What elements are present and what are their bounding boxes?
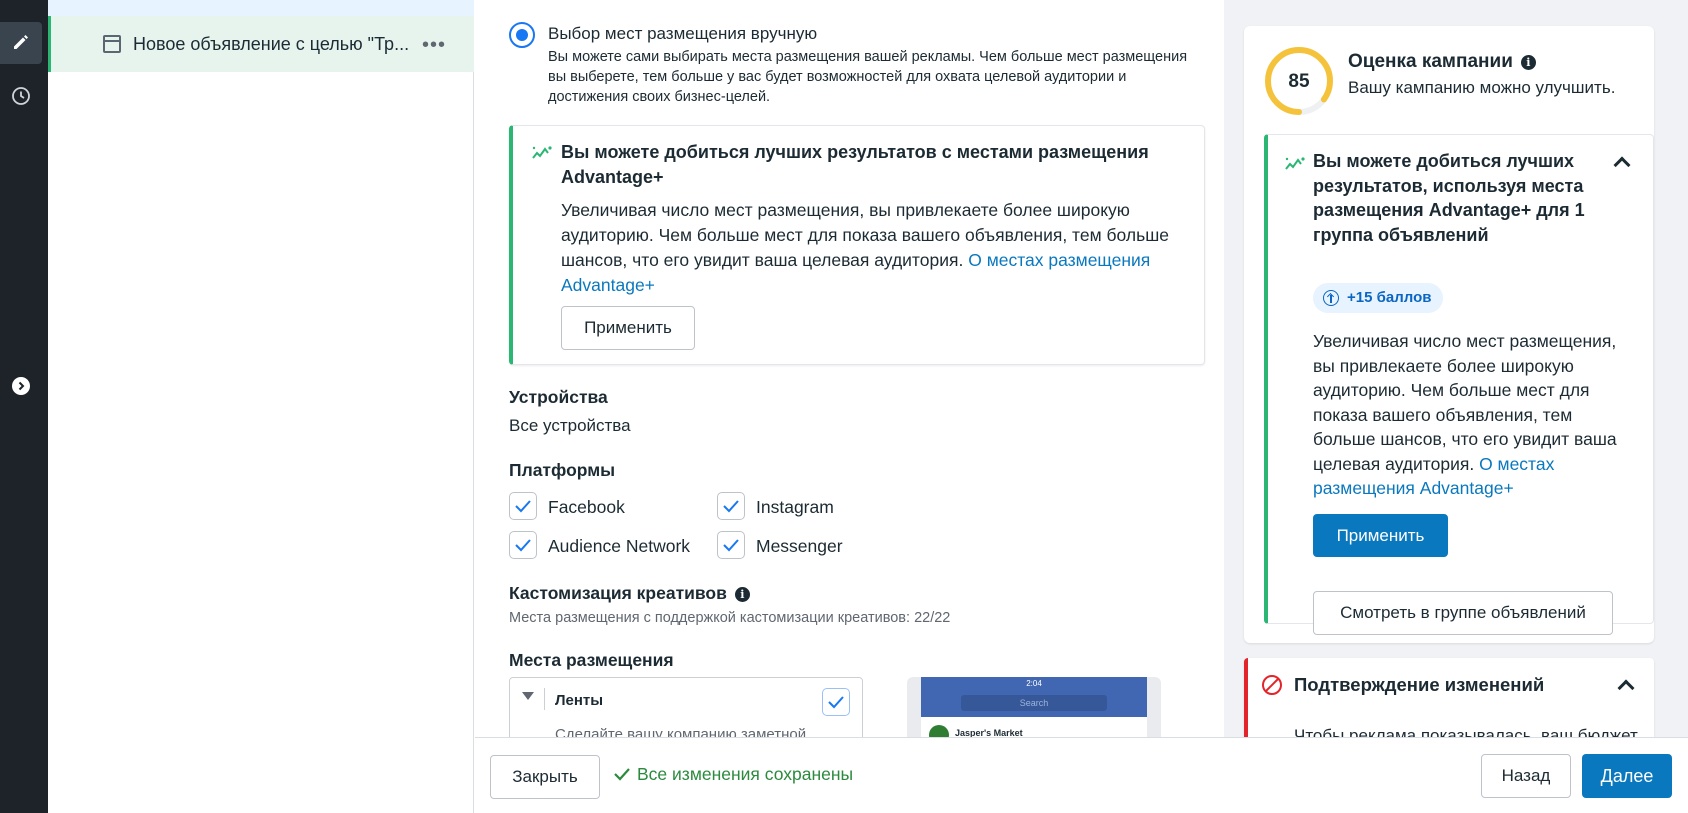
score-subtitle: Вашу кампанию можно улучшить. — [1348, 78, 1616, 97]
devices-value: Все устройства — [509, 416, 631, 435]
expand-chevron-icon[interactable] — [10, 375, 32, 397]
back-button[interactable]: Назад — [1481, 754, 1571, 798]
customization-title: Кастомизация креативов i — [509, 583, 750, 604]
preview-search: Search — [961, 695, 1107, 711]
divider — [544, 688, 545, 710]
preview-header: 2:04 Search — [921, 677, 1147, 717]
tip-title: Вы можете добиться лучших результатов с … — [561, 142, 1149, 187]
save-status: Все изменения сохранены — [613, 764, 853, 785]
confirm-body: Чтобы реклама показывалась, ваш бюджет — [1294, 726, 1638, 737]
feeds-title: Ленты — [555, 692, 604, 709]
recommendation-body-text: Увеличивая число мест размещения, вы при… — [1313, 331, 1617, 474]
recommendation-body: Увеличивая число мест размещения, вы при… — [1313, 329, 1623, 501]
manual-placement-description: Вы можете сами выбирать места размещения… — [548, 49, 1188, 105]
info-icon[interactable]: i — [734, 587, 750, 602]
tip-apply-button[interactable]: Применить — [561, 306, 695, 350]
preview-post: Jasper's Market — [921, 717, 1147, 737]
campaign-tree-panel: Новое объявление с целью "Тр... ••• — [48, 0, 474, 813]
feeds-description: Сделайте вашу компанию заметной — [555, 726, 807, 737]
more-options-icon[interactable]: ••• — [422, 34, 446, 57]
score-title: Оценка кампании i — [1348, 51, 1536, 73]
score-info-icon[interactable]: i — [1520, 55, 1536, 70]
score-gauge: 85 — [1264, 46, 1334, 121]
close-button[interactable]: Закрыть — [490, 755, 600, 799]
points-text: +15 баллов — [1347, 289, 1432, 306]
facebook-checkbox[interactable] — [509, 492, 537, 520]
preview-page-name: Jasper's Market — [955, 728, 1023, 737]
score-title-text: Оценка кампании — [1348, 51, 1513, 72]
tree-item-label: Новое объявление с целью "Тр... — [133, 33, 410, 54]
audience-network-checkbox[interactable] — [509, 531, 537, 559]
recommendation-apply-button[interactable]: Применить — [1313, 514, 1448, 557]
ad-document-icon — [103, 35, 121, 53]
customization-title-text: Кастомизация креативов — [509, 583, 727, 603]
facebook-label: Facebook — [548, 497, 625, 517]
confirm-changes-card: Подтверждение изменений Чтобы реклама по… — [1244, 658, 1654, 737]
trend-sparkle-icon — [531, 144, 553, 167]
footer-bar: Закрыть Все изменения сохранены Назад Да… — [475, 737, 1688, 813]
arrow-up-icon — [1323, 290, 1339, 306]
checkmark-icon — [614, 768, 630, 781]
collapse-chevron-icon[interactable] — [1613, 156, 1631, 174]
edit-pencil-icon[interactable] — [10, 31, 32, 53]
manual-placement-label: Выбор мест размещения вручную — [548, 24, 818, 43]
confirm-title: Подтверждение изменений — [1294, 674, 1545, 695]
customization-description: Места размещения с поддержкой кастомизац… — [509, 610, 951, 626]
avatar — [929, 725, 949, 737]
campaign-score-panel: 85 Оценка кампании i Вашу кампанию можно … — [1224, 0, 1688, 737]
score-value: 85 — [1288, 71, 1310, 92]
tree-parent-row[interactable] — [48, 0, 474, 16]
save-status-text: Все изменения сохранены — [637, 764, 854, 784]
collapse-chevron-icon[interactable] — [1617, 679, 1635, 697]
recommendation-card: Вы можете добиться лучших результатов, и… — [1264, 134, 1654, 635]
editor-main: Выбор мест размещения вручную Вы можете … — [475, 0, 1224, 737]
history-clock-icon[interactable] — [10, 85, 32, 107]
placements-title: Места размещения — [509, 650, 674, 670]
advantage-tip-card: Вы можете добиться лучших результатов с … — [509, 125, 1205, 365]
next-button[interactable]: Далее — [1582, 754, 1672, 798]
score-card: 85 Оценка кампании i Вашу кампанию можно … — [1244, 26, 1654, 643]
feeds-checkbox[interactable] — [822, 688, 850, 716]
instagram-checkbox[interactable] — [717, 492, 745, 520]
caret-down-icon[interactable] — [522, 692, 534, 700]
platforms-title: Платформы — [509, 460, 616, 480]
manual-placement-radio[interactable] — [509, 22, 535, 48]
icon-rail — [0, 0, 48, 813]
tree-item-ad[interactable]: Новое объявление с целью "Тр... ••• — [48, 16, 474, 72]
preview-time: 2:04 — [1026, 679, 1042, 688]
messenger-checkbox[interactable] — [717, 531, 745, 559]
view-in-adset-button[interactable]: Смотреть в группе объявлений — [1313, 591, 1613, 635]
points-badge: +15 баллов — [1313, 283, 1444, 313]
tip-body: Увеличивая число мест размещения, вы при… — [561, 198, 1181, 298]
feeds-placement-group[interactable]: Ленты Сделайте вашу компанию заметной — [509, 677, 863, 737]
recommendation-title: Вы можете добиться лучших результатов, и… — [1313, 151, 1585, 245]
prohibited-icon — [1262, 675, 1282, 695]
instagram-label: Instagram — [756, 497, 834, 517]
placement-preview: 2:04 Search Jasper's Market — [907, 677, 1161, 737]
messenger-label: Messenger — [756, 536, 843, 556]
audience-network-label: Audience Network — [548, 536, 691, 556]
trend-sparkle-icon — [1284, 155, 1306, 178]
devices-title: Устройства — [509, 387, 608, 407]
